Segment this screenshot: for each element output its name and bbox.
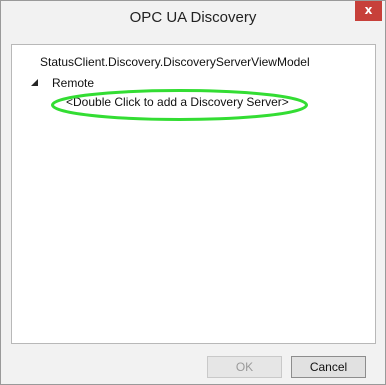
close-button[interactable]: x: [355, 1, 382, 21]
dialog-title: OPC UA Discovery: [129, 9, 257, 26]
tree-item-remote[interactable]: Remote: [52, 76, 94, 90]
tree-root-label: StatusClient.Discovery.DiscoveryServerVi…: [40, 55, 310, 69]
title-bar[interactable]: OPC UA Discovery x: [1, 1, 385, 32]
collapse-triangle-icon[interactable]: [30, 78, 40, 88]
ok-button[interactable]: OK: [207, 356, 282, 378]
cancel-button[interactable]: Cancel: [291, 356, 366, 378]
close-icon: x: [364, 3, 373, 17]
tree-item-add-discovery-server[interactable]: <Double Click to add a Discovery Server>: [66, 95, 289, 109]
discovery-dialog: OPC UA Discovery x StatusClient.Discover…: [0, 0, 386, 385]
discovery-tree[interactable]: StatusClient.Discovery.DiscoveryServerVi…: [11, 44, 376, 344]
